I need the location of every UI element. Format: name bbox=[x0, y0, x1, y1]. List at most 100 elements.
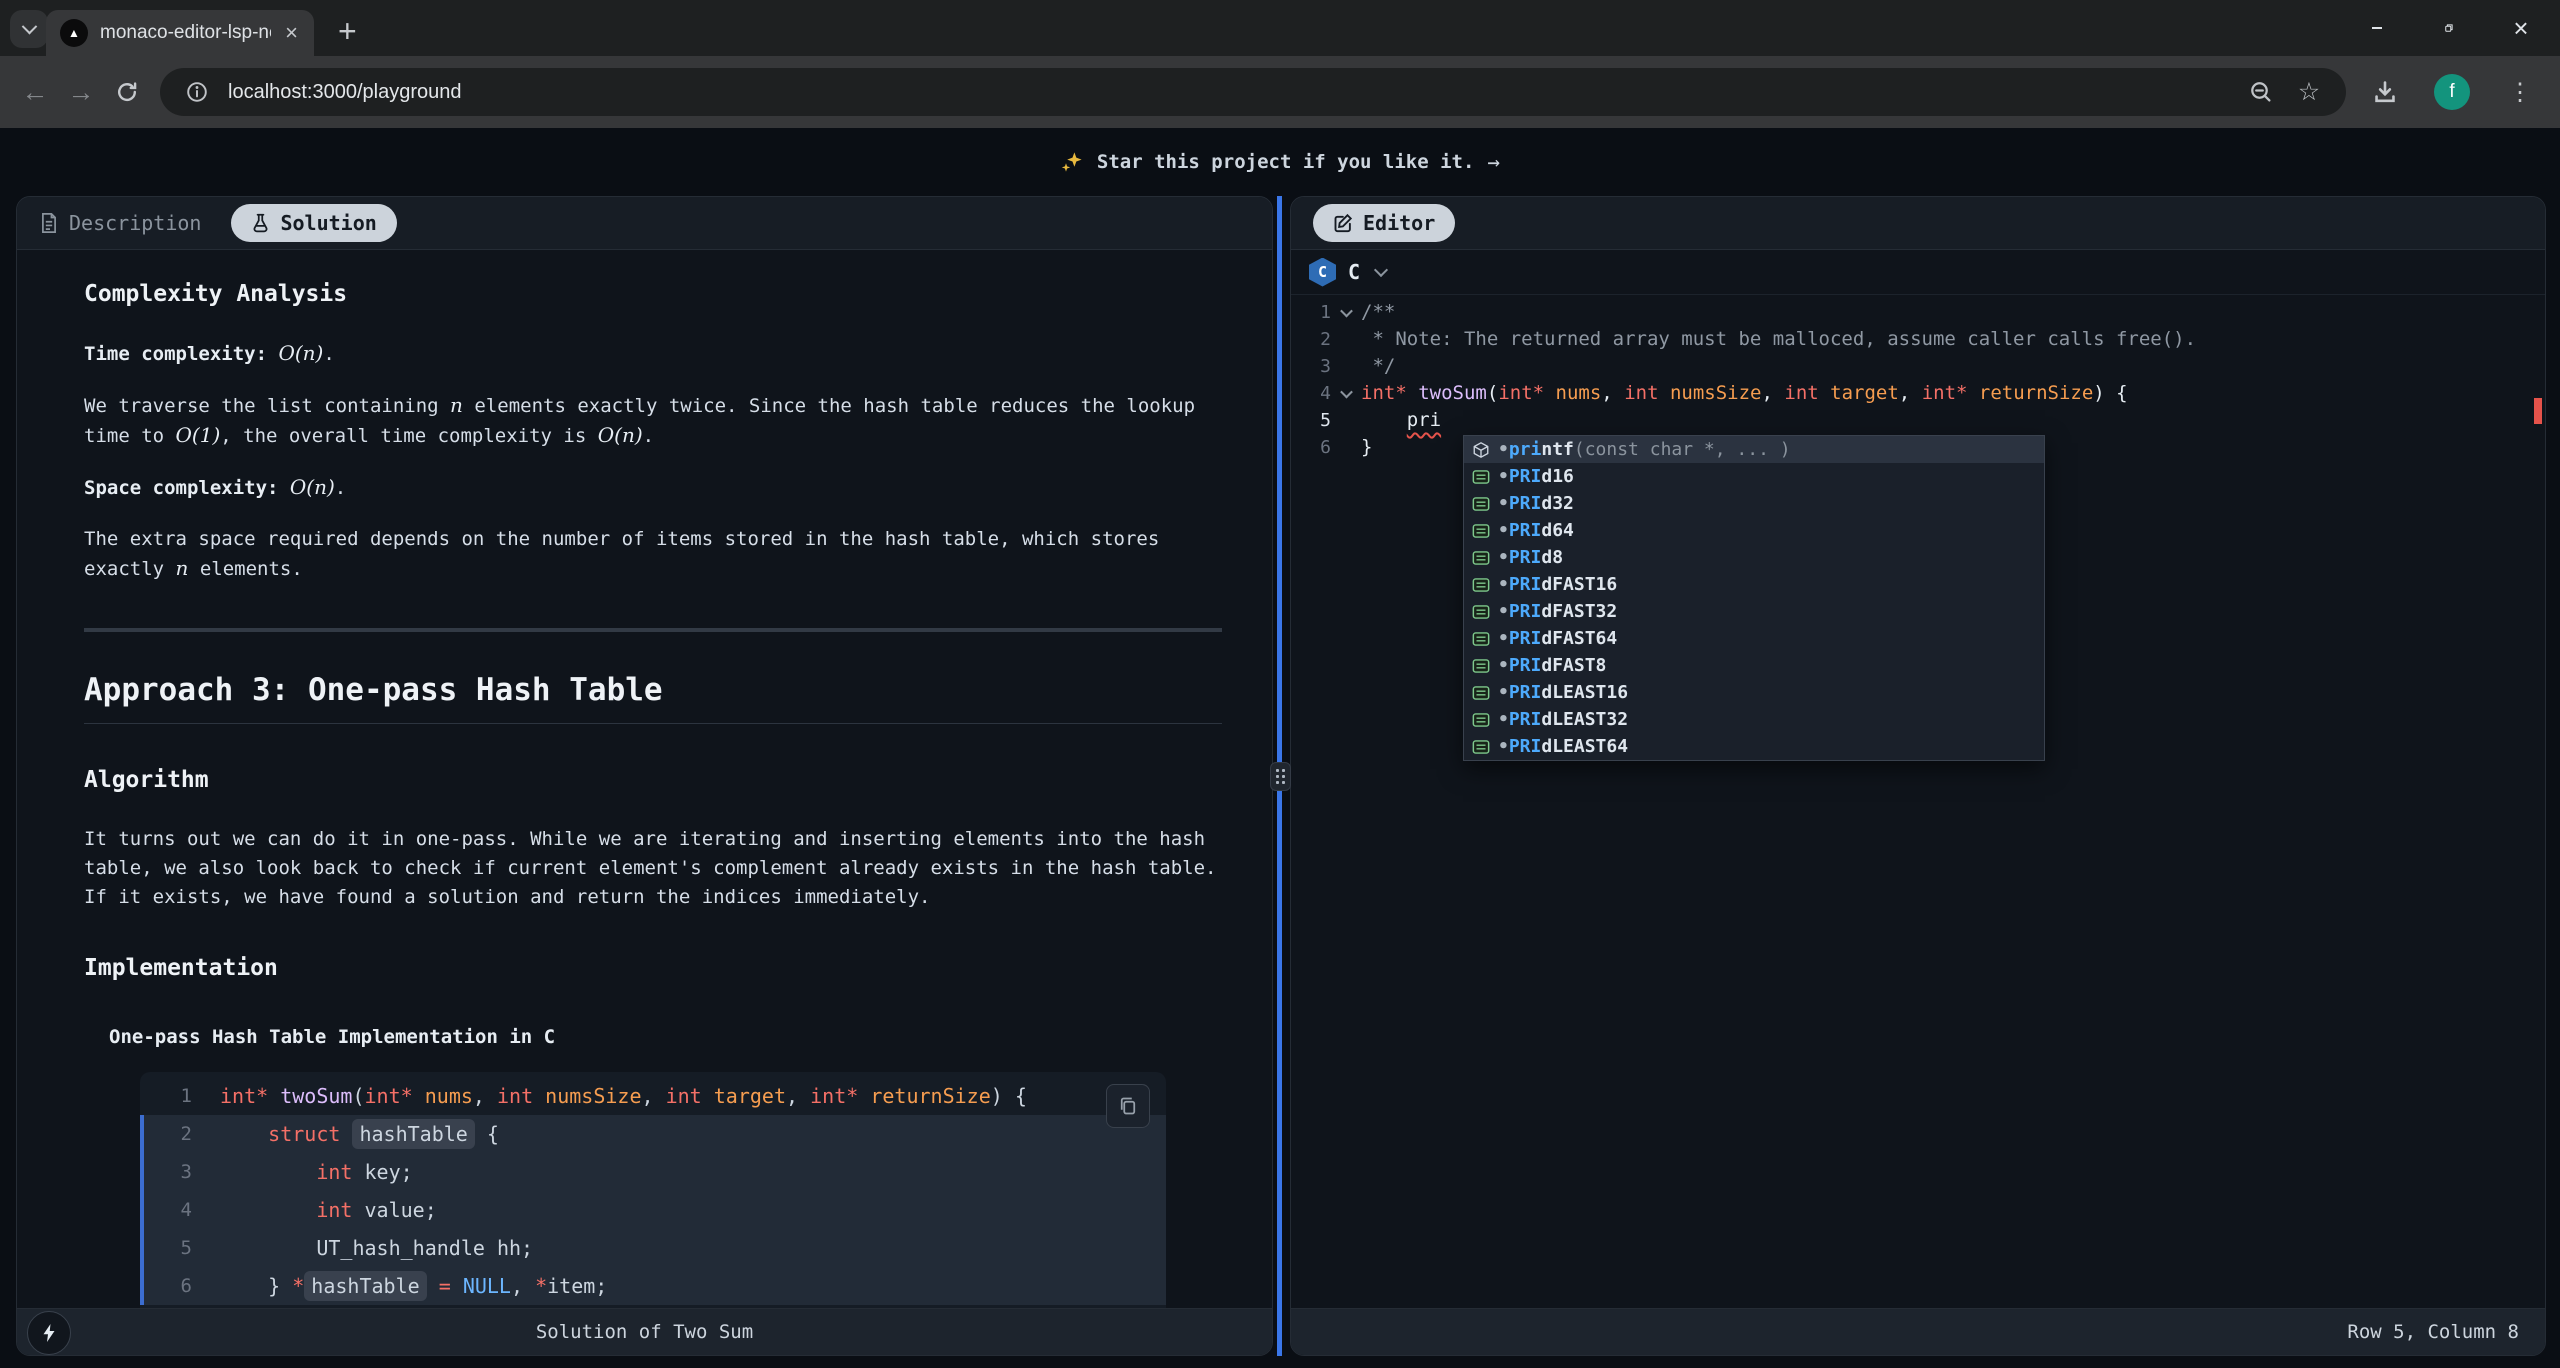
description-solution-panel: Description Solution Complexity Analysis… bbox=[16, 196, 1273, 1356]
playground-page: Star this project if you like it. → Desc… bbox=[0, 128, 2560, 1368]
tab-title: monaco-editor-lsp-next bbox=[100, 22, 271, 44]
chevron-down-icon bbox=[1374, 263, 1388, 277]
suggest-item[interactable]: •PRIdFAST32 bbox=[1464, 598, 2044, 625]
reload-button[interactable] bbox=[104, 69, 150, 115]
back-button[interactable]: ← bbox=[12, 69, 58, 115]
chevron-down-icon bbox=[21, 18, 37, 34]
new-tab-button[interactable]: + bbox=[332, 12, 363, 51]
screen: { "browser": { "tab_title": "monaco-edit… bbox=[0, 0, 2560, 1368]
window-minimize-button[interactable] bbox=[2366, 17, 2388, 39]
symbol-macro-icon bbox=[1472, 468, 1490, 486]
fold-chevron-icon[interactable] bbox=[1340, 305, 1353, 318]
editor-status-bar: Row 5, Column 8 bbox=[1291, 1308, 2545, 1355]
line-number: 1 bbox=[140, 1077, 220, 1115]
editor-line[interactable]: 3 */ bbox=[1291, 353, 2545, 380]
reload-icon bbox=[115, 80, 139, 104]
tab-description[interactable]: Description bbox=[39, 211, 201, 235]
solution-article: Complexity Analysis Time complexity: O(n… bbox=[17, 250, 1272, 1308]
suggest-item[interactable]: •PRIdFAST64 bbox=[1464, 625, 2044, 652]
suggest-item[interactable]: •PRIdFAST16 bbox=[1464, 571, 2044, 598]
suggest-item[interactable]: •PRId8 bbox=[1464, 544, 2044, 571]
divider-grip[interactable] bbox=[1270, 762, 1291, 791]
suggest-item[interactable]: •PRId32 bbox=[1464, 490, 2044, 517]
line-number: 4 bbox=[1291, 380, 1331, 407]
editor-line[interactable]: 1/** bbox=[1291, 299, 2545, 326]
line-number: 5 bbox=[1291, 407, 1331, 434]
code-block-caption: One-pass Hash Table Implementation in C bbox=[109, 1023, 1222, 1052]
browser-tab[interactable]: ▲ monaco-editor-lsp-next × bbox=[46, 10, 314, 56]
window-restore-button[interactable] bbox=[2438, 17, 2460, 39]
fold-chevron-icon[interactable] bbox=[1340, 386, 1353, 399]
zoom-indicator-icon[interactable] bbox=[2244, 75, 2278, 109]
banner-arrow-icon: → bbox=[1487, 150, 1500, 174]
monaco-editor[interactable]: 1/**2 * Note: The returned array must be… bbox=[1291, 295, 2545, 1308]
code-lines: 1int* twoSum(int* nums, int numsSize, in… bbox=[140, 1077, 1166, 1308]
left-status-text: Solution of Two Sum bbox=[536, 1321, 753, 1343]
lightning-icon bbox=[40, 1323, 58, 1343]
cursor-position-text: Row 5, Column 8 bbox=[2347, 1321, 2519, 1343]
window-controls: × bbox=[2366, 0, 2560, 56]
line-number: 2 bbox=[140, 1115, 220, 1153]
line-number: 2 bbox=[1291, 326, 1331, 353]
suggest-item[interactable]: •PRId64 bbox=[1464, 517, 2044, 544]
editor-line[interactable]: 5 pri bbox=[1291, 407, 2545, 434]
bookmark-star-icon[interactable]: ☆ bbox=[2292, 75, 2326, 109]
document-icon bbox=[39, 212, 59, 234]
profile-avatar[interactable]: f bbox=[2434, 74, 2470, 110]
flask-icon bbox=[251, 213, 270, 234]
symbol-macro-icon bbox=[1472, 549, 1490, 567]
left-status-bar: Solution of Two Sum bbox=[17, 1308, 1272, 1355]
symbol-macro-icon bbox=[1472, 495, 1490, 513]
symbol-macro-icon bbox=[1472, 522, 1490, 540]
suggest-item[interactable]: •PRId16 bbox=[1464, 463, 2044, 490]
extra-space-paragraph: The extra space required depends on the … bbox=[84, 525, 1222, 584]
copy-code-button[interactable] bbox=[1106, 1084, 1150, 1128]
code-line: 1int* twoSum(int* nums, int numsSize, in… bbox=[140, 1077, 1166, 1115]
close-tab-icon[interactable]: × bbox=[283, 22, 300, 44]
editor-panel-header: Editor bbox=[1291, 197, 2545, 250]
site-info-icon[interactable] bbox=[180, 75, 214, 109]
browser-menu-icon[interactable]: ⋮ bbox=[2502, 77, 2538, 108]
suggest-item[interactable]: •printf(const char *, ... ) bbox=[1464, 436, 2044, 463]
downloads-icon[interactable] bbox=[2368, 75, 2402, 109]
approach-heading: Approach 3: One-pass Hash Table bbox=[84, 676, 1222, 724]
star-banner[interactable]: Star this project if you like it. → bbox=[0, 128, 2560, 196]
space-complexity-paragraph: Space complexity: O(n). bbox=[84, 473, 1222, 503]
code-block: 1int* twoSum(int* nums, int numsSize, in… bbox=[140, 1072, 1166, 1308]
line-number: 3 bbox=[1291, 353, 1331, 380]
line-number: 6 bbox=[140, 1267, 220, 1305]
window-close-icon: × bbox=[2513, 13, 2528, 44]
line-number: 5 bbox=[140, 1229, 220, 1267]
forward-button[interactable]: → bbox=[58, 69, 104, 115]
editor-line[interactable]: 4int* twoSum(int* nums, int numsSize, in… bbox=[1291, 380, 2545, 407]
language-label: C bbox=[1348, 260, 1360, 284]
tab-editor[interactable]: Editor bbox=[1313, 204, 1455, 242]
editor-panel: Editor C C 1/**2 * Note: The returned ar… bbox=[1290, 196, 2546, 1356]
code-line: 2 struct hashTable { bbox=[140, 1115, 1166, 1153]
traverse-paragraph: We traverse the list containing n elemen… bbox=[84, 391, 1222, 451]
time-complexity-paragraph: Time complexity: O(n). bbox=[84, 339, 1222, 369]
symbol-macro-icon bbox=[1472, 711, 1490, 729]
suggest-item[interactable]: •PRIdFAST8 bbox=[1464, 652, 2044, 679]
bolt-badge bbox=[27, 1311, 71, 1355]
symbol-macro-icon bbox=[1472, 576, 1490, 594]
code-line: 6 } *hashTable = NULL, *item; bbox=[140, 1267, 1166, 1305]
symbol-macro-icon bbox=[1472, 657, 1490, 675]
tab-solution[interactable]: Solution bbox=[231, 204, 396, 242]
suggest-item[interactable]: •PRIdLEAST64 bbox=[1464, 733, 2044, 760]
suggest-item[interactable]: •PRIdLEAST16 bbox=[1464, 679, 2044, 706]
address-bar[interactable]: localhost:3000/playground ☆ bbox=[160, 68, 2346, 116]
restore-icon bbox=[2444, 19, 2454, 37]
complexity-heading: Complexity Analysis bbox=[84, 280, 1222, 309]
implementation-heading: Implementation bbox=[84, 954, 1222, 983]
editor-line[interactable]: 2 * Note: The returned array must be mal… bbox=[1291, 326, 2545, 353]
tab-search-button[interactable] bbox=[10, 10, 48, 48]
tab-solution-label: Solution bbox=[280, 211, 376, 235]
window-close-button[interactable]: × bbox=[2510, 17, 2532, 39]
language-selector[interactable]: C C bbox=[1291, 250, 2545, 295]
suggest-list: •printf(const char *, ... ) •PRId16 •PRI… bbox=[1464, 436, 2044, 760]
suggest-item[interactable]: •PRIdLEAST32 bbox=[1464, 706, 2044, 733]
browser-toolbar: ← → localhost:3000/playground ☆ f ⋮ bbox=[0, 56, 2560, 128]
site-favicon-icon: ▲ bbox=[60, 19, 88, 47]
section-divider bbox=[84, 628, 1222, 632]
